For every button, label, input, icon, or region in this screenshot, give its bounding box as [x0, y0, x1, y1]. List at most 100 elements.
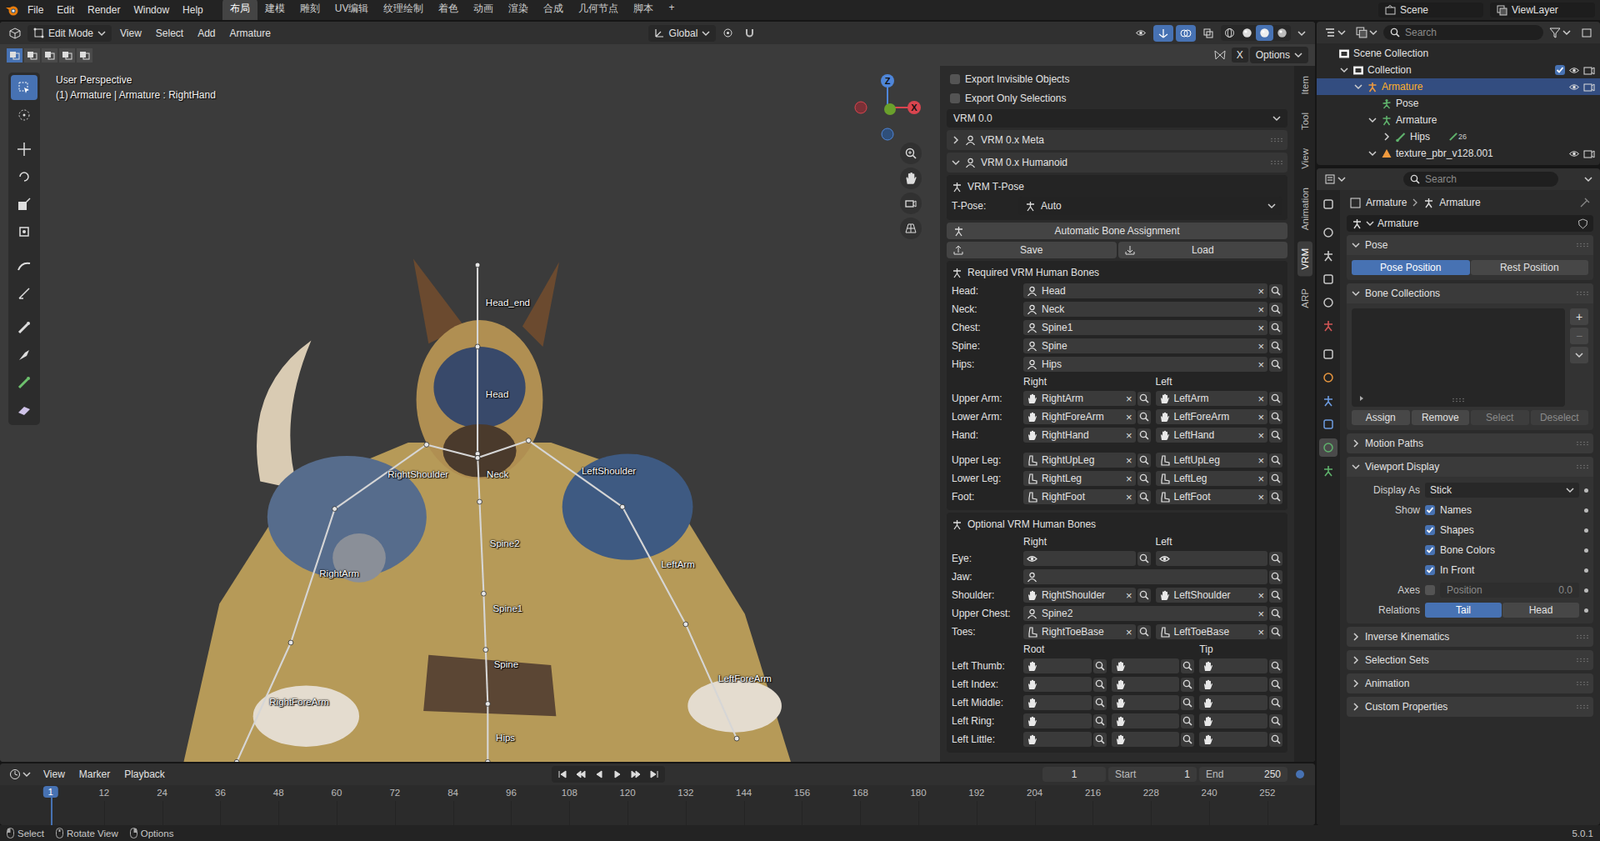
workspace-tab[interactable]: 动画 [465, 0, 501, 20]
search-button[interactable] [1269, 732, 1283, 747]
expand-arrow-icon[interactable] [97, 29, 106, 38]
editor-type-button[interactable] [5, 765, 35, 783]
search-button[interactable] [1269, 391, 1283, 406]
playhead[interactable]: 1 [43, 785, 59, 798]
outliner-row[interactable]: texture_pbr_v128.001 [1316, 145, 1600, 162]
search-button[interactable] [1093, 732, 1107, 747]
expand-arrow-icon[interactable] [1575, 350, 1584, 360]
frame-ruler[interactable]: 12 24 36 48 60 72 84 96 108 120 132 144 … [0, 785, 1315, 825]
panel-header[interactable]: Bone Collections [1346, 283, 1594, 304]
editor-type-button[interactable] [5, 25, 25, 42]
search-button[interactable] [1093, 714, 1107, 729]
checkbox[interactable] [950, 74, 960, 85]
drag-grip-icon[interactable] [1576, 657, 1589, 663]
expand-arrow-icon[interactable] [1584, 175, 1593, 184]
show-option[interactable]: In Front [1425, 564, 1580, 576]
search-button[interactable] [1137, 471, 1151, 486]
panel-header[interactable]: Animation [1346, 673, 1594, 694]
clear-button[interactable]: × [1257, 340, 1265, 352]
tool-button[interactable] [10, 342, 38, 368]
mode-dropdown[interactable]: Edit Mode [27, 25, 112, 42]
visibility-button[interactable] [1130, 25, 1151, 41]
bone-field[interactable] [1111, 695, 1180, 710]
clear-button[interactable]: × [1257, 608, 1265, 620]
panel-header[interactable]: VRM 0.x Meta [946, 130, 1288, 150]
search-button[interactable] [1137, 453, 1151, 468]
fake-user-shield-icon[interactable] [1577, 218, 1589, 230]
expand-arrow-icon[interactable] [1351, 679, 1360, 688]
expand-arrow-icon[interactable] [1351, 702, 1360, 711]
tool-button[interactable] [10, 102, 38, 128]
panel-header[interactable]: VRM 0.x Humanoid [946, 152, 1288, 173]
auto-assign-button[interactable]: Automatic Bone Assignment [946, 222, 1288, 240]
panel-header[interactable]: Inverse Kinematics [1346, 626, 1594, 647]
keyframe-dot[interactable] [1584, 488, 1589, 493]
sidebar-tab[interactable]: View [1297, 141, 1313, 176]
gizmo-button[interactable] [1153, 25, 1174, 42]
menu-item[interactable]: Armature [224, 25, 277, 42]
tool-button[interactable] [10, 219, 38, 245]
tool-button[interactable] [10, 191, 38, 217]
drag-grip-icon[interactable] [1576, 634, 1589, 640]
search-button[interactable] [1180, 659, 1195, 674]
drag-grip-icon[interactable] [1576, 464, 1589, 470]
segment-button[interactable]: Tail [1425, 602, 1502, 618]
blender-logo-icon[interactable] [5, 3, 20, 17]
segment-button[interactable]: Head [1502, 602, 1580, 618]
drag-grip-icon[interactable] [1452, 397, 1465, 403]
expand-arrow-icon[interactable] [1382, 132, 1391, 141]
bone-field[interactable] [1023, 695, 1092, 710]
workspace-tab[interactable]: 纹理绘制 [375, 0, 431, 20]
drag-grip-icon[interactable] [1270, 137, 1283, 143]
properties-tab[interactable] [1319, 270, 1338, 289]
clear-button[interactable]: × [1257, 359, 1265, 370]
panel-header[interactable]: Pose [1346, 235, 1594, 255]
expand-arrow-icon[interactable] [1368, 115, 1377, 125]
select-mode-button[interactable] [24, 48, 40, 63]
select-mode-button[interactable] [59, 48, 75, 63]
collection-action-button[interactable]: Deselect [1530, 410, 1590, 425]
menu-item[interactable]: Help [176, 1, 210, 19]
expand-arrow-icon[interactable] [1565, 485, 1575, 495]
segment-button[interactable]: Rest Position [1470, 260, 1590, 275]
clear-button[interactable]: × [1125, 491, 1133, 503]
clear-button[interactable]: × [1257, 430, 1265, 441]
search-button[interactable] [1269, 410, 1283, 425]
pivot-button[interactable] [718, 25, 738, 41]
drag-grip-icon[interactable] [1576, 440, 1589, 446]
axes-option[interactable] [1425, 585, 1435, 595]
search-button[interactable] [1269, 428, 1283, 443]
expand-arrow-icon[interactable] [1337, 28, 1346, 37]
outliner-row[interactable]: Scene Collection [1316, 45, 1600, 62]
display-mode-button[interactable] [1351, 24, 1382, 41]
select-mode-button[interactable] [6, 48, 23, 63]
axes-position-field[interactable]: Position0.0 [1440, 582, 1580, 598]
show-option[interactable]: Shapes [1425, 524, 1580, 536]
menu-item[interactable]: View [114, 25, 148, 42]
clear-button[interactable]: × [1125, 473, 1133, 485]
tool-button[interactable] [10, 75, 38, 100]
select-mode-button[interactable] [76, 48, 93, 63]
menu-item[interactable]: View [37, 765, 71, 783]
bone-field[interactable] [1199, 713, 1268, 729]
bone-field[interactable]: RightToeBase × [1023, 624, 1136, 640]
bone-field[interactable]: RightArm × [1023, 390, 1136, 406]
search-button[interactable] [1269, 490, 1283, 505]
bone-field[interactable]: LeftHand × [1155, 427, 1269, 443]
search-button[interactable] [1137, 428, 1151, 443]
bone-field[interactable] [1111, 676, 1180, 692]
search-button[interactable] [1269, 695, 1283, 710]
collection-menu-button[interactable] [1570, 346, 1589, 364]
tool-button[interactable] [10, 280, 38, 306]
bone-field[interactable] [1199, 658, 1268, 674]
sidebar-tab[interactable]: Tool [1297, 105, 1313, 137]
sidebar-tab[interactable]: VRM [1297, 241, 1313, 277]
transport-button[interactable] [554, 766, 571, 782]
bone-field[interactable]: Spine2 × [1023, 605, 1268, 621]
clear-button[interactable]: × [1257, 455, 1265, 466]
collection-action-button[interactable]: Select [1470, 410, 1530, 425]
bone-field[interactable]: LeftArm × [1155, 390, 1269, 406]
pin-icon[interactable] [1580, 197, 1590, 208]
tool-button[interactable] [10, 253, 38, 279]
keyframe-dot[interactable] [1584, 588, 1589, 593]
